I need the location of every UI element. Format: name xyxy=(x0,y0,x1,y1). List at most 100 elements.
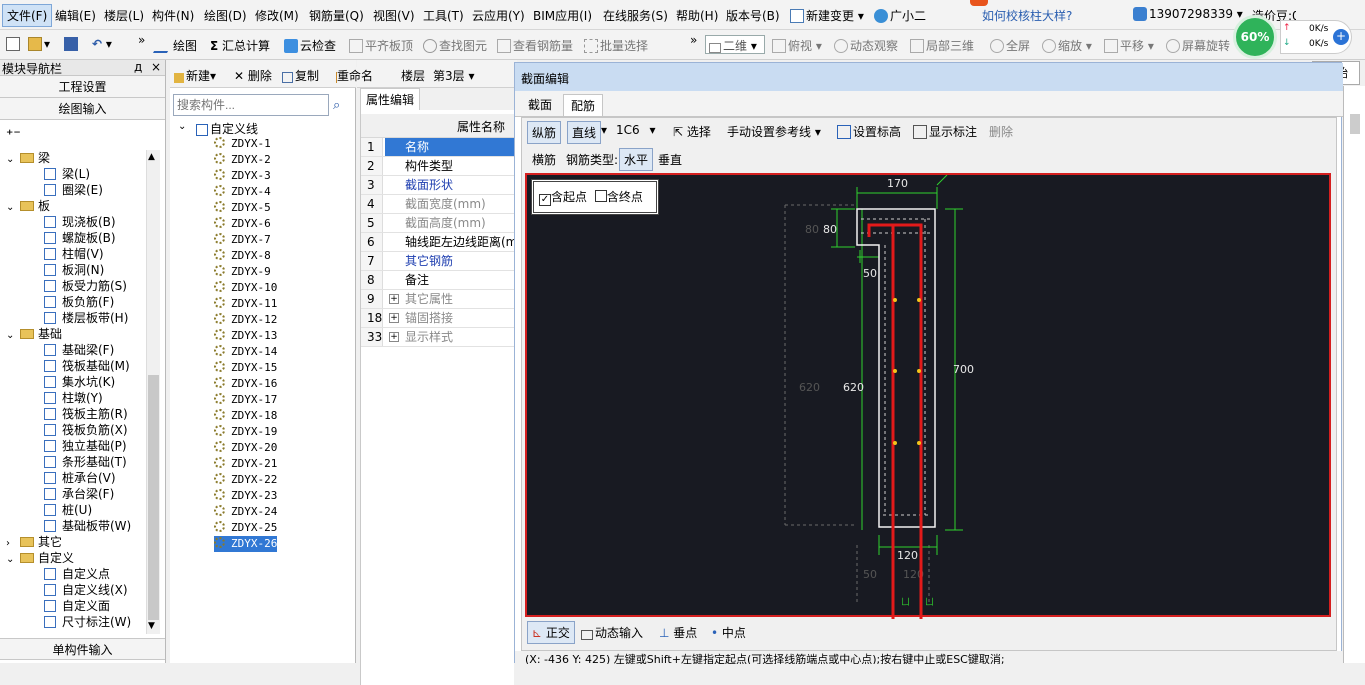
expand-plus-icon[interactable]: + xyxy=(389,332,399,342)
component-item[interactable]: ZDYX-8 xyxy=(214,248,271,264)
component-item[interactable]: ZDYX-20 xyxy=(214,440,277,456)
menu-edit[interactable]: 编辑(E) xyxy=(55,7,96,24)
tree-item[interactable]: 梁(L) xyxy=(44,166,90,182)
menu-cloud[interactable]: 云应用(Y) xyxy=(472,7,525,24)
add-icon[interactable]: + xyxy=(1333,29,1349,45)
view-rebar-qty-button[interactable]: 查看钢筋量 xyxy=(497,37,573,54)
property-row[interactable]: 8 备注 xyxy=(361,271,515,290)
component-item[interactable]: ZDYX-17 xyxy=(214,392,277,408)
progress-ball[interactable]: 60% xyxy=(1233,15,1277,59)
toolbar-overflow-icon-2[interactable]: » xyxy=(690,33,697,47)
component-item[interactable]: ZDYX-3 xyxy=(214,168,271,184)
component-item[interactable]: ZDYX-9 xyxy=(214,264,271,280)
tree-item[interactable]: 桩承台(V) xyxy=(44,470,116,486)
component-item[interactable]: ZDYX-14 xyxy=(214,344,277,360)
menu-bim[interactable]: BIM应用(I) xyxy=(533,7,592,24)
section-canvas[interactable]: ✓ 含起点 含终点 80 620 50 120 170 80 50 620 70… xyxy=(525,173,1331,619)
tree-folder[interactable]: ⌄ 板 xyxy=(6,198,50,214)
tree-item[interactable]: 自定义面 xyxy=(44,598,110,614)
pan-button[interactable]: 平移 ▾ xyxy=(1104,37,1154,54)
expand-plus-icon[interactable]: + xyxy=(389,294,399,304)
trans-rebar-button[interactable]: 横筋 xyxy=(532,151,556,168)
local-3d-button[interactable]: 局部三维 xyxy=(910,37,974,54)
menu-modify[interactable]: 修改(M) xyxy=(255,7,299,24)
property-row[interactable]: 18 + 锚固搭接 xyxy=(361,309,515,328)
search-icon[interactable]: ⌕ xyxy=(333,98,340,113)
menu-view[interactable]: 视图(V) xyxy=(373,7,415,24)
project-settings-button[interactable]: 工程设置 xyxy=(0,76,165,98)
sum-calc-button[interactable]: Σ 汇总计算 xyxy=(210,37,270,54)
horizontal-button[interactable]: 水平 xyxy=(619,148,654,171)
tree-item[interactable]: 螺旋板(B) xyxy=(44,230,116,246)
component-item[interactable]: ZDYX-11 xyxy=(214,296,277,312)
menu-floor[interactable]: 楼层(L) xyxy=(104,7,144,24)
new-file-icon[interactable] xyxy=(6,37,22,51)
component-item[interactable]: ZDYX-5 xyxy=(214,200,271,216)
menu-component[interactable]: 构件(N) xyxy=(152,7,194,24)
tree-item[interactable]: 桩(U) xyxy=(44,502,92,518)
tree-item[interactable]: 条形基础(T) xyxy=(44,454,127,470)
collapse-icon[interactable]: ⌄ xyxy=(6,552,18,568)
component-item[interactable]: ZDYX-10 xyxy=(214,280,277,296)
vertical-button[interactable]: 垂直 xyxy=(658,151,682,168)
tab-rebar[interactable]: 配筋 xyxy=(563,94,604,116)
tree-item[interactable]: 尺寸标注(W) xyxy=(44,614,131,630)
screen-rotate-button[interactable]: 屏幕旋转 xyxy=(1166,37,1236,54)
perpendicular-snap-button[interactable]: ⊥ 垂点 xyxy=(659,624,697,641)
tree-folder[interactable]: › 其它 xyxy=(6,534,62,550)
expand-plus-icon[interactable]: + xyxy=(389,313,399,323)
overlook-button[interactable]: 俯视 ▾ xyxy=(772,37,822,54)
menu-guangxiaoer[interactable]: 广小二 xyxy=(874,7,926,24)
user-account[interactable]: 13907298339 ▾ xyxy=(1133,7,1243,21)
component-item[interactable]: ZDYX-4 xyxy=(214,184,271,200)
property-row[interactable]: 5 截面高度(mm) xyxy=(361,214,515,233)
delete-component-button[interactable]: ✕ 删除 xyxy=(234,67,272,84)
dynamic-input-button[interactable]: 动态输入 xyxy=(581,624,643,641)
scroll-up-icon[interactable]: ▲ xyxy=(148,152,155,162)
collapse-icon[interactable]: ⌄ xyxy=(6,152,18,168)
draw-input-button[interactable]: 绘图输入 xyxy=(0,98,165,120)
property-row[interactable]: 6 轴线距左边线距离(mm) xyxy=(361,233,515,252)
tree-folder[interactable]: ⌄ 梁 xyxy=(6,150,50,166)
view-mode-select[interactable]: 二维 ▾ xyxy=(705,35,765,54)
property-edit-tab[interactable]: 属性编辑 xyxy=(360,88,420,110)
floor-select[interactable]: 第3层 ▾ xyxy=(433,67,474,84)
component-item[interactable]: ZDYX-19 xyxy=(214,424,277,440)
tab-section[interactable]: 截面 xyxy=(521,94,559,116)
level-top-button[interactable]: 平齐板顶 xyxy=(349,37,413,54)
tree-item[interactable]: 柱墩(Y) xyxy=(44,390,103,406)
expand-all-icon[interactable]: ⁺⁻ xyxy=(6,127,21,143)
menu-tools[interactable]: 工具(T) xyxy=(423,7,464,24)
toolbar-overflow-icon[interactable]: » xyxy=(138,33,145,47)
component-root[interactable]: 自定义线 xyxy=(196,120,258,137)
tree-item[interactable]: 板洞(N) xyxy=(44,262,104,278)
open-file-icon[interactable]: ▾ xyxy=(28,37,50,51)
cloud-check-button[interactable]: 云检查 xyxy=(284,37,336,54)
tree-item[interactable]: 板负筋(F) xyxy=(44,294,114,310)
tree-item[interactable]: 现浇板(B) xyxy=(44,214,116,230)
save-icon[interactable] xyxy=(64,37,80,51)
component-item[interactable]: ZDYX-21 xyxy=(214,456,277,472)
rebar-spec-select[interactable]: 1C6 ▾ xyxy=(616,123,656,137)
tree-item[interactable]: 筏板负筋(X) xyxy=(44,422,128,438)
component-item[interactable]: ZDYX-22 xyxy=(214,472,277,488)
fullscreen-button[interactable]: 全屏 xyxy=(990,37,1030,54)
component-item[interactable]: ZDYX-23 xyxy=(214,488,277,504)
ortho-button[interactable]: ⊾ 正交 xyxy=(527,621,575,644)
collapse-icon[interactable]: ⌄ xyxy=(6,328,18,344)
set-elevation-button[interactable]: 设置标高 xyxy=(837,123,901,140)
tree-item[interactable]: 独立基础(P) xyxy=(44,438,127,454)
menu-file[interactable]: 文件(F) xyxy=(2,4,53,27)
collapse-icon[interactable]: ⌄ xyxy=(6,200,18,216)
component-item[interactable]: ZDYX-15 xyxy=(214,360,277,376)
component-search-input[interactable] xyxy=(173,94,329,116)
tree-item[interactable]: 楼层板带(H) xyxy=(44,310,128,326)
component-item[interactable]: ZDYX-6 xyxy=(214,216,271,232)
tree-item[interactable]: 自定义线(X) xyxy=(44,582,128,598)
component-item[interactable]: ZDYX-16 xyxy=(214,376,277,392)
new-component-button[interactable]: 新建▾ xyxy=(174,67,216,84)
tree-item[interactable]: 筏板基础(M) xyxy=(44,358,130,374)
tree-folder[interactable]: ⌄ 基础 xyxy=(6,326,62,342)
menu-new-change[interactable]: 新建变更 ▾ xyxy=(790,7,864,24)
menu-rebar-qty[interactable]: 钢筋量(Q) xyxy=(309,7,364,24)
